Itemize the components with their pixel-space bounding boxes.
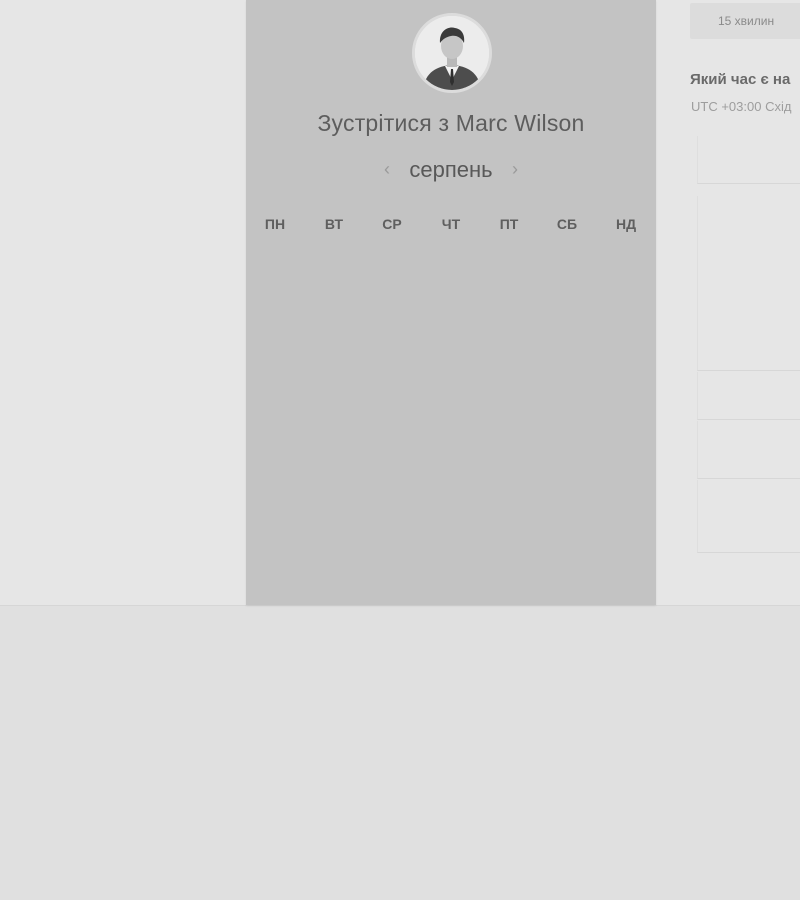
month-navigation: серпень ‹ › (246, 155, 656, 185)
day-cell[interactable] (608, 482, 644, 518)
day-cell[interactable] (257, 262, 293, 298)
weekday-fri: ПТ (499, 216, 519, 232)
time-slot[interactable] (697, 372, 800, 420)
day-cell[interactable] (549, 372, 585, 408)
day-cell[interactable] (491, 372, 527, 408)
day-cell[interactable] (257, 482, 293, 518)
day-cell[interactable] (433, 427, 469, 463)
duration-button[interactable]: 15 хвилин (690, 3, 800, 39)
day-cell[interactable] (257, 317, 293, 353)
day-cell[interactable] (433, 262, 469, 298)
day-cell[interactable] (433, 372, 469, 408)
day-cell[interactable] (433, 482, 469, 518)
day-cell[interactable] (316, 427, 352, 463)
day-cell[interactable] (491, 427, 527, 463)
day-cell[interactable] (433, 317, 469, 353)
weekday-header: ПН ВТ СР ЧТ ПТ СБ НД (246, 216, 656, 236)
time-slot[interactable] (697, 136, 800, 184)
timezone-question: Який час є на (690, 71, 791, 88)
day-cell[interactable] (608, 262, 644, 298)
day-cell[interactable] (374, 262, 410, 298)
day-cell[interactable] (316, 372, 352, 408)
day-cell[interactable] (549, 262, 585, 298)
month-label: серпень (409, 157, 493, 182)
day-cell[interactable] (608, 372, 644, 408)
day-cell[interactable] (374, 317, 410, 353)
day-cell[interactable] (549, 427, 585, 463)
day-cell[interactable] (491, 317, 527, 353)
chevron-left-icon[interactable]: ‹ (377, 157, 397, 181)
avatar-image (415, 16, 489, 90)
weekday-sun: НД (615, 216, 637, 232)
person-photo-icon (412, 13, 492, 93)
chevron-right-icon[interactable]: › (505, 157, 525, 181)
weekday-wed: СР (382, 216, 402, 232)
day-cell[interactable] (549, 482, 585, 518)
weekday-sat: СБ (556, 216, 578, 232)
calendar-card: Зустрітися з Marc Wilson серпень ‹ › ПН … (246, 0, 656, 605)
day-cell[interactable] (316, 482, 352, 518)
day-cell[interactable] (374, 427, 410, 463)
day-cell[interactable] (491, 262, 527, 298)
page-title: Зустрітися з Marc Wilson (317, 110, 585, 136)
timezone-select[interactable]: UTC +03:00 Схід (691, 99, 791, 114)
weekday-thu: ЧТ (441, 216, 461, 232)
day-cell[interactable] (491, 482, 527, 518)
page: Зустрітися з Marc Wilson серпень ‹ › ПН … (0, 0, 800, 900)
day-cell[interactable] (608, 427, 644, 463)
time-slot[interactable] (697, 300, 800, 371)
day-cell[interactable] (549, 317, 585, 353)
day-cell[interactable] (257, 427, 293, 463)
time-slot[interactable] (697, 196, 800, 301)
duration-label: 15 хвилин (718, 14, 775, 28)
day-cell[interactable] (316, 262, 352, 298)
day-cell[interactable] (374, 482, 410, 518)
page-footer-area (0, 606, 800, 900)
day-cell[interactable] (316, 317, 352, 353)
day-cell[interactable] (257, 372, 293, 408)
day-cell[interactable] (608, 317, 644, 353)
time-slot[interactable] (697, 421, 800, 479)
time-slot[interactable] (697, 480, 800, 553)
day-cell[interactable] (374, 372, 410, 408)
weekday-mon: ПН (264, 216, 286, 232)
day-grid (246, 252, 656, 552)
weekday-tue: ВТ (324, 216, 344, 232)
